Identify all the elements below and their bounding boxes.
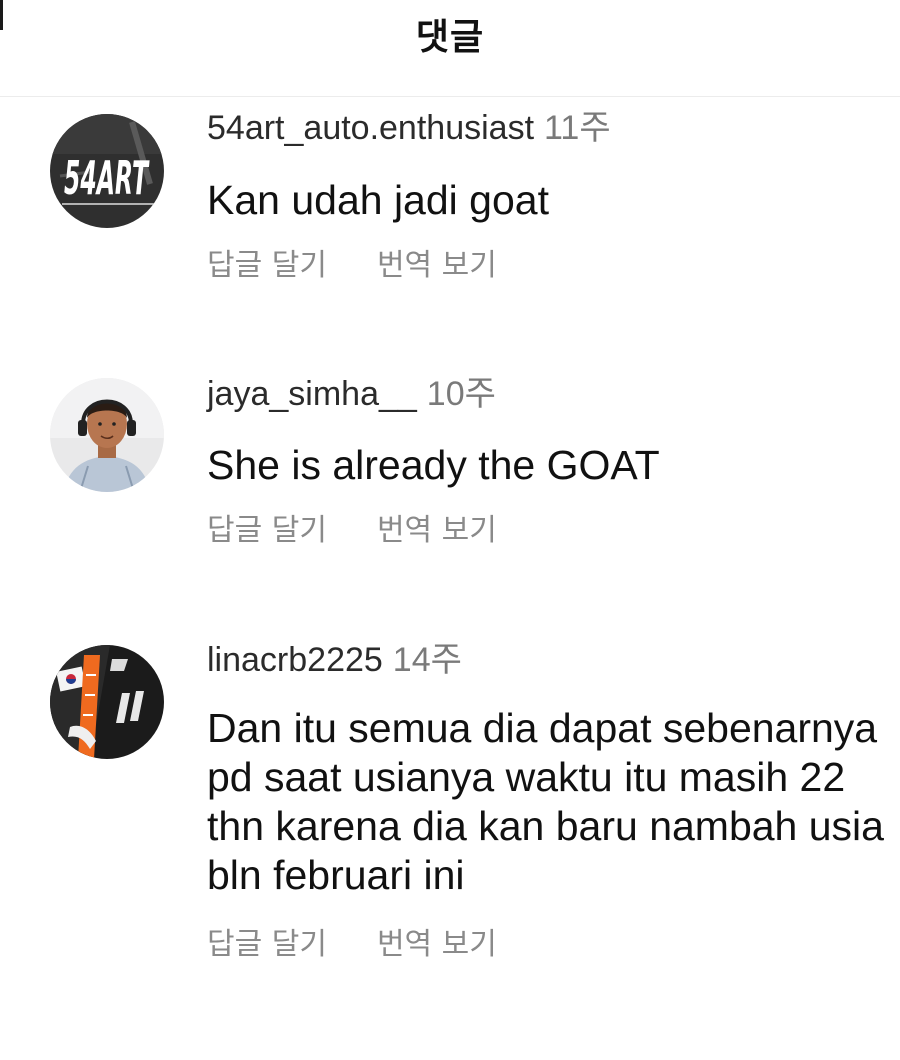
comment-body: linacrb2225 14주 Dan itu semua dia dapat s… (207, 638, 890, 966)
person-headphones-avatar-icon (50, 378, 164, 492)
comment-body: jaya_simha__ 10주 She is already the GOAT … (207, 372, 890, 552)
comment-text: Dan itu semua dia dapat sebenarnya pd sa… (207, 705, 884, 898)
avatar[interactable]: 54ART (50, 114, 164, 228)
comment-timestamp: 10주 (426, 375, 496, 413)
page-title: 댓글 (415, 17, 485, 58)
54art-logo-avatar-icon: 54ART (50, 114, 164, 228)
reply-button[interactable]: 답글 달기 (207, 245, 327, 287)
comment-item: jaya_simha__ 10주 She is already the GOAT … (0, 372, 900, 572)
comment-text: Kan udah jadi goat (207, 177, 549, 223)
comment-timestamp: 11주 (544, 109, 611, 147)
comment-text: She is already the GOAT (207, 442, 660, 488)
comment-username[interactable]: jaya_simha__ (207, 375, 417, 413)
comment-actions: 답글 달기 번역 보기 (207, 510, 890, 552)
comment-timestamp: 14주 (392, 641, 462, 679)
see-translation-button[interactable]: 번역 보기 (377, 924, 497, 966)
comment-actions: 답글 달기 번역 보기 (207, 924, 890, 966)
comment-actions: 답글 달기 번역 보기 (207, 245, 890, 287)
comment-username[interactable]: linacrb2225 (207, 641, 383, 679)
reply-button[interactable]: 답글 달기 (207, 510, 327, 552)
flag-jersey-avatar-icon (50, 645, 164, 759)
comment-body: 54art_auto.enthusiast 11주 Kan udah jadi g… (207, 106, 890, 287)
comment-meta: 54art_auto.enthusiast 11주 (207, 106, 890, 150)
see-translation-button[interactable]: 번역 보기 (377, 510, 497, 552)
avatar[interactable] (50, 645, 164, 759)
comment-username[interactable]: 54art_auto.enthusiast (207, 109, 534, 147)
comments-header: 댓글 (0, 0, 900, 97)
reply-button[interactable]: 답글 달기 (207, 924, 327, 966)
avatar-logo-text: 54ART (64, 151, 150, 205)
comment-meta: linacrb2225 14주 (207, 638, 890, 682)
avatar[interactable] (50, 378, 164, 492)
see-translation-button[interactable]: 번역 보기 (377, 245, 497, 287)
comment-item: linacrb2225 14주 Dan itu semua dia dapat s… (0, 638, 900, 998)
comment-meta: jaya_simha__ 10주 (207, 372, 890, 416)
comment-item: 54ART 54art_auto.enthusiast 11주 Kan udah … (0, 106, 900, 306)
